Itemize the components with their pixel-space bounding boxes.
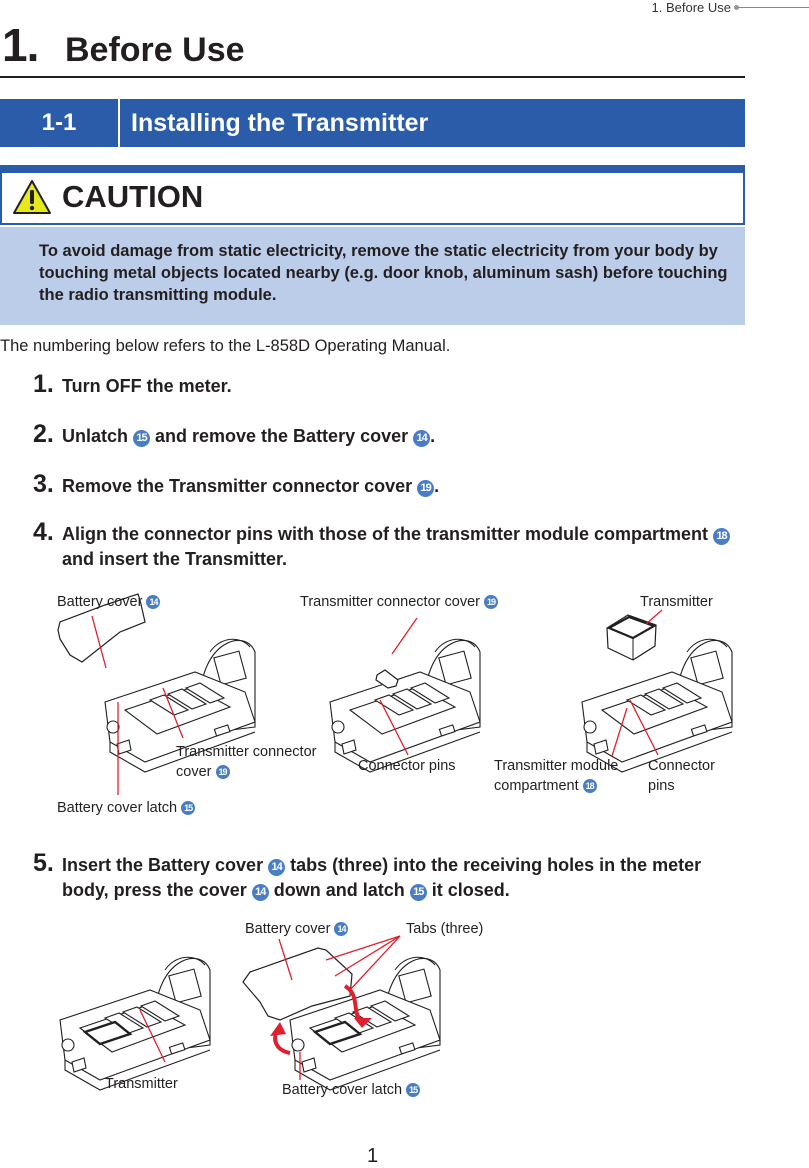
step-text: Remove the Transmitter connector cover 1… xyxy=(62,474,742,499)
label-tabs-three: Tabs (three) xyxy=(406,921,484,937)
step-number: 4. xyxy=(33,518,54,546)
label-transmitter-module-compartment: Transmitter module compartment 18 xyxy=(494,758,619,794)
leader-tcc-top xyxy=(391,617,418,655)
ref-badge-14: 14 xyxy=(334,922,349,936)
meter-illustration-transmitter-installed xyxy=(59,956,211,1091)
label-battery-cover-latch-2: Battery cover latch 15 xyxy=(282,1080,421,1100)
step-number: 1. xyxy=(33,370,54,398)
warning-triangle-icon xyxy=(13,180,51,214)
label-connector-pins: Connector pins xyxy=(358,758,456,774)
step-text-fragment: Remove the Transmitter connector cover xyxy=(62,476,418,496)
step-text-fragment: . xyxy=(430,426,436,446)
arrow-head-latch xyxy=(270,1022,286,1036)
ref-badge-19: 19 xyxy=(484,595,498,609)
chapter-title: Before Use xyxy=(65,31,245,69)
step-text-fragment: and insert the Transmitter. xyxy=(62,549,288,569)
step-text-fragment: Turn OFF the meter. xyxy=(62,376,232,396)
ref-badge-14: 14 xyxy=(251,884,269,901)
ref-badge-19: 19 xyxy=(417,480,435,497)
step-text-fragment: Insert the Battery cover xyxy=(62,855,269,875)
ref-badge-15: 15 xyxy=(181,801,196,815)
label-transmitter-2: Transmitter xyxy=(105,1076,178,1092)
section-title: Installing the Transmitter xyxy=(131,109,429,137)
label-battery-cover: Battery cover 14 xyxy=(57,592,161,612)
step-text: Insert the Battery cover 14 tabs (three)… xyxy=(62,853,742,903)
caution-top-bar xyxy=(0,165,745,173)
meter-illustration-connector-cover-removed xyxy=(329,638,481,773)
section-divider xyxy=(118,99,120,147)
chapter-rule xyxy=(0,76,745,78)
label-transmitter-connector-cover: Transmitter connector cover 19 xyxy=(176,744,317,780)
section-number: 1-1 xyxy=(41,109,77,136)
leader-transmitter xyxy=(645,609,663,625)
ref-badge-18: 18 xyxy=(713,528,731,545)
ref-badge-15: 15 xyxy=(133,430,151,447)
ref-badge-14: 14 xyxy=(268,859,286,876)
ref-badge-14: 14 xyxy=(146,595,161,609)
chapter-number: 1. xyxy=(2,19,39,71)
step-text-fragment: . xyxy=(434,476,440,496)
step-text: Align the connector pins with those of t… xyxy=(62,522,742,572)
leader-tab-2 xyxy=(334,935,401,977)
ref-badge-18: 18 xyxy=(582,779,597,793)
step-text-fragment: down and latch xyxy=(268,880,410,900)
label-transmitter-connector-cover-top: Transmitter connector cover 19 xyxy=(300,592,498,612)
label-transmitter: Transmitter xyxy=(640,594,713,610)
step-text-fragment: and remove the Battery cover xyxy=(150,426,414,446)
step-number: 5. xyxy=(33,849,54,877)
step-text-fragment: Align the connector pins with those of t… xyxy=(62,524,714,544)
step-number: 2. xyxy=(33,420,54,448)
ref-badge-19: 19 xyxy=(215,765,230,779)
step-text: Turn OFF the meter. xyxy=(62,374,742,399)
running-header: 1. Before Use xyxy=(651,0,732,15)
step-text-fragment: Unlatch xyxy=(62,426,134,446)
caution-text: To avoid damage from static electricity,… xyxy=(39,242,728,304)
ref-badge-14: 14 xyxy=(413,430,431,447)
ref-badge-15: 15 xyxy=(409,884,427,901)
intro-text: The numbering below refers to the L-858D… xyxy=(0,337,451,355)
label-battery-cover-2: Battery cover 14 xyxy=(245,919,349,939)
step-text-fragment: it closed. xyxy=(426,880,510,900)
step-text: Unlatch 15 and remove the Battery cover … xyxy=(62,424,742,449)
step-number: 3. xyxy=(33,470,54,498)
caution-label: CAUTION xyxy=(62,179,204,214)
label-battery-cover-latch: Battery cover latch 15 xyxy=(57,798,196,818)
running-header-rule xyxy=(738,7,809,8)
ref-badge-15: 15 xyxy=(406,1083,421,1097)
label-connector-pins-2: Connector pins xyxy=(648,758,715,794)
